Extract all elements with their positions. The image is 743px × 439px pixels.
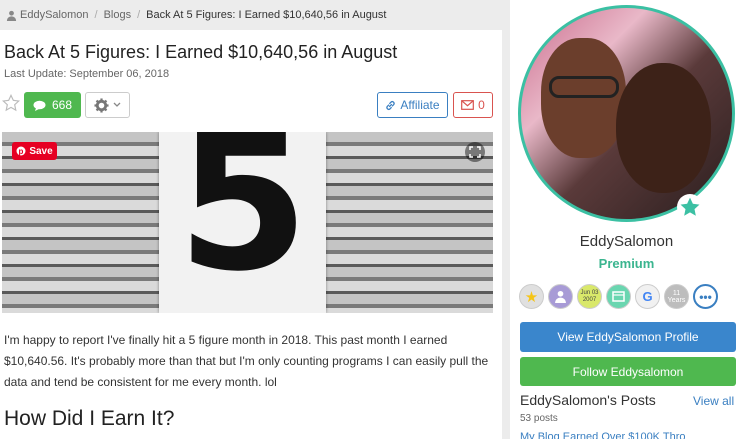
last-update: Last Update: September 06, 2018 [4, 68, 170, 80]
envelope-icon [461, 100, 475, 110]
comment-count: 668 [51, 98, 73, 112]
author-sidebar: EddySalomon Premium ★ Jun 03 2007 G 11 Yea… [510, 0, 743, 439]
breadcrumb-separator: / [137, 9, 141, 21]
star-badge-icon[interactable]: ★ [519, 284, 544, 309]
avatar-glasses [549, 76, 619, 98]
svg-text:p: p [19, 147, 24, 156]
fullscreen-icon[interactable] [465, 142, 485, 162]
article-toolbar: 668 Affiliate 0 [0, 91, 502, 119]
posts-count: 53 posts [520, 413, 558, 424]
view-all-link[interactable]: View all [693, 394, 734, 408]
post-link[interactable]: My Blog Earned Over $100K Thro [520, 431, 686, 439]
more-badges-icon[interactable]: ••• [693, 284, 718, 309]
pinterest-save-button[interactable]: p Save [12, 142, 57, 160]
user-icon [6, 10, 17, 21]
breadcrumb-separator: / [94, 9, 98, 21]
premium-star-icon [677, 194, 703, 220]
pinterest-icon: p [16, 146, 26, 156]
badge-list: ★ Jun 03 2007 G 11 Years ••• [519, 284, 718, 310]
message-button[interactable]: 0 [453, 92, 493, 118]
affiliate-label: Affiliate [400, 98, 440, 112]
comment-icon [33, 100, 46, 111]
years-badge[interactable]: 11 Years [664, 284, 689, 309]
article-paragraph: I'm happy to report I've finally hit a 5… [4, 333, 489, 389]
avatar-person-left [541, 38, 626, 158]
breadcrumb-blogs[interactable]: Blogs [104, 9, 132, 21]
hero-numeral: 5 [176, 132, 310, 313]
link-icon [386, 100, 396, 110]
settings-dropdown-button[interactable] [85, 92, 130, 118]
years-number: 11 [672, 289, 681, 297]
years-label: Years [667, 296, 686, 304]
pinterest-save-label: Save [29, 145, 53, 157]
breadcrumb-current: Back At 5 Figures: I Earned $10,640,56 i… [146, 9, 387, 21]
google-badge-icon[interactable]: G [635, 284, 660, 309]
breadcrumb: EddySalomon / Blogs / Back At 5 Figures:… [0, 0, 510, 30]
user-badge-icon[interactable] [548, 284, 573, 309]
avatar[interactable] [518, 5, 735, 222]
frame-badge-icon[interactable] [606, 284, 631, 309]
message-count: 0 [478, 98, 485, 112]
join-date-line1: Jun 03 [580, 289, 599, 296]
follow-button[interactable]: Follow Eddysalomon [520, 357, 736, 386]
star-icon[interactable] [2, 94, 20, 112]
section-heading: How Did I Earn It? [4, 407, 175, 430]
membership-rank: Premium [598, 256, 655, 271]
author-username[interactable]: EddySalomon [510, 233, 743, 250]
gear-icon [94, 97, 109, 113]
avatar-person-right [616, 63, 711, 193]
article-panel: Back At 5 Figures: I Earned $10,640,56 i… [0, 30, 502, 439]
affiliate-button[interactable]: Affiliate [377, 92, 448, 118]
posts-heading: EddySalomon's Posts [520, 392, 656, 408]
join-date-badge[interactable]: Jun 03 2007 [577, 284, 602, 309]
article-hero-image: 5 p Save [2, 132, 493, 313]
page-title: Back At 5 Figures: I Earned $10,640,56 i… [4, 42, 398, 62]
comments-button[interactable]: 668 [24, 92, 81, 118]
chevron-down-icon [113, 102, 121, 107]
view-profile-button[interactable]: View EddySalomon Profile [520, 322, 736, 352]
breadcrumb-user[interactable]: EddySalomon [20, 9, 89, 21]
join-date-line2: 2007 [582, 296, 597, 303]
